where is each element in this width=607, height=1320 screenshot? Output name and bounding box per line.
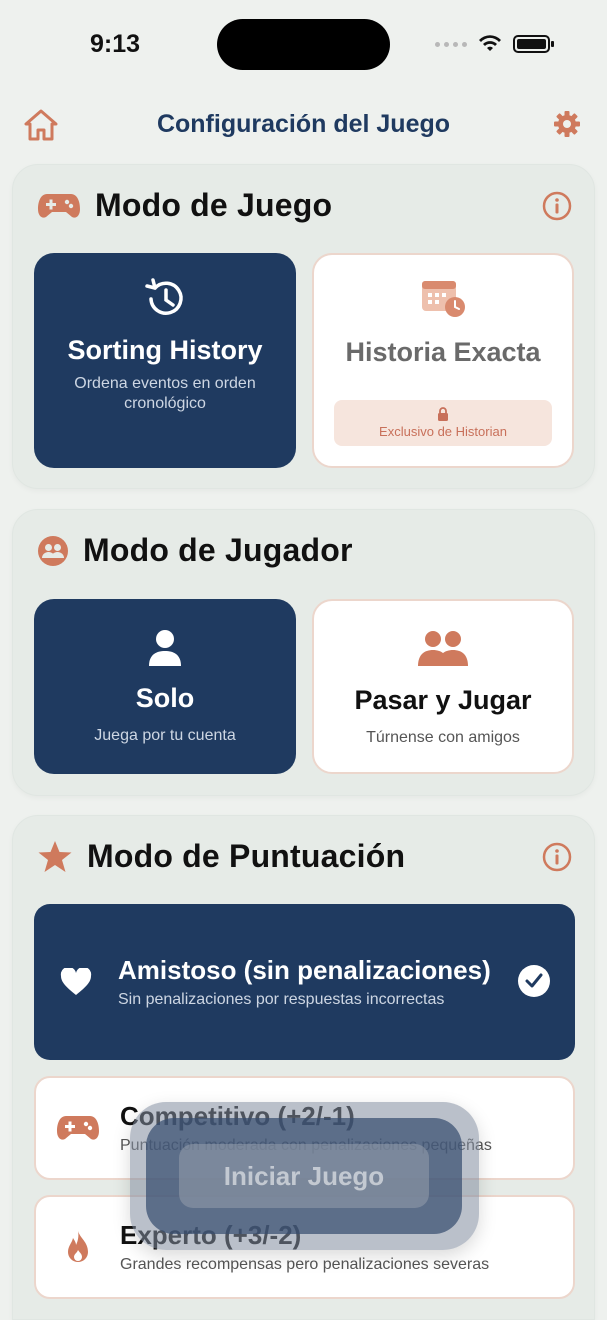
exclusive-badge-label: Exclusivo de Historian bbox=[379, 424, 507, 439]
heart-icon bbox=[60, 968, 92, 995]
game-mode-header: Modo de Juego bbox=[37, 187, 332, 224]
checkmark-icon bbox=[518, 965, 550, 997]
score-option-icon bbox=[36, 1113, 120, 1143]
people-circle-icon bbox=[38, 535, 68, 566]
score-mode-title: Modo de Puntuación bbox=[87, 838, 406, 874]
gear-icon[interactable] bbox=[553, 110, 581, 138]
mode-card-historia-exacta[interactable]: Historia Exacta Exclusivo de Historian bbox=[312, 253, 574, 468]
score-option-title: Amistoso (sin penalizaciones) bbox=[118, 955, 491, 985]
start-game-button[interactable]: Iniciar Juego bbox=[146, 1118, 462, 1234]
score-option-icon bbox=[34, 968, 118, 996]
cellular-signal-icon bbox=[435, 41, 467, 47]
status-icons bbox=[435, 34, 555, 54]
status-bar: 9:13 bbox=[0, 0, 607, 90]
battery-icon bbox=[513, 35, 554, 53]
player-mode-title: Modo de Jugador bbox=[83, 532, 353, 568]
calendar-clock-icon bbox=[422, 281, 465, 317]
player-card-subtitle: Juega por tu cuenta bbox=[94, 727, 236, 744]
star-icon bbox=[38, 840, 72, 872]
player-card-pass-and-play[interactable]: Pasar y Jugar Túrnense con amigos bbox=[312, 599, 574, 774]
two-people-icon bbox=[418, 631, 468, 666]
game-mode-title: Modo de Juego bbox=[95, 187, 333, 223]
gamepad-icon bbox=[38, 193, 80, 218]
mode-card-subtitle: Ordena eventos en orden cronológico bbox=[74, 375, 256, 412]
dynamic-island bbox=[217, 19, 390, 70]
exclusive-badge: Exclusivo de Historian bbox=[334, 400, 552, 446]
player-mode-header: Modo de Jugador bbox=[37, 532, 353, 569]
mode-card-title: Sorting History bbox=[67, 335, 263, 365]
info-icon[interactable] bbox=[542, 842, 572, 872]
person-icon bbox=[149, 630, 181, 666]
history-icon bbox=[145, 278, 183, 315]
info-icon[interactable] bbox=[542, 191, 572, 221]
player-mode-section: Modo de Jugador Solo Juega por tu cuenta… bbox=[12, 509, 595, 796]
score-option-friendly[interactable]: Amistoso (sin penalizaciones) Sin penali… bbox=[34, 904, 575, 1060]
score-mode-header: Modo de Puntuación bbox=[37, 838, 405, 875]
gamepad-icon bbox=[57, 1116, 99, 1140]
player-card-title: Solo bbox=[135, 683, 195, 713]
flame-icon bbox=[68, 1231, 88, 1262]
lock-icon bbox=[438, 407, 448, 421]
game-mode-section: Modo de Juego Sorting History Ordena eve… bbox=[12, 164, 595, 489]
player-card-title: Pasar y Jugar bbox=[354, 685, 532, 715]
player-card-solo[interactable]: Solo Juega por tu cuenta bbox=[34, 599, 296, 774]
mode-card-sorting-history[interactable]: Sorting History Ordena eventos en orden … bbox=[34, 253, 296, 468]
score-option-subtitle: Grandes recompensas pero penalizaciones … bbox=[120, 1256, 490, 1273]
player-card-subtitle: Túrnense con amigos bbox=[366, 729, 520, 746]
score-option-icon bbox=[36, 1230, 120, 1264]
navigation-bar: Configuración del Juego bbox=[0, 100, 607, 152]
wifi-icon bbox=[479, 35, 501, 51]
mode-card-title: Historia Exacta bbox=[345, 337, 541, 367]
page-title: Configuración del Juego bbox=[156, 110, 451, 138]
status-time: 9:13 bbox=[90, 30, 141, 58]
start-game-label: Iniciar Juego bbox=[179, 1144, 429, 1208]
score-option-subtitle: Sin penalizaciones por respuestas incorr… bbox=[118, 991, 445, 1008]
